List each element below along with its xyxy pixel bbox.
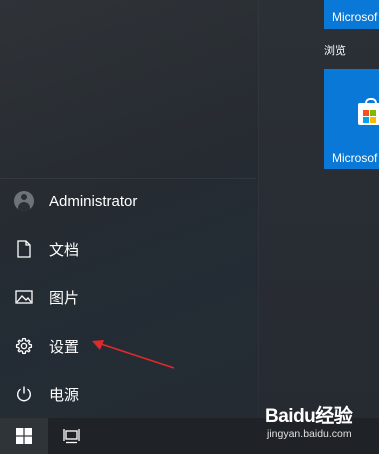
windows-logo-icon — [16, 428, 32, 444]
watermark-logo: Baidu经验 — [265, 406, 353, 427]
annotation-arrow — [92, 340, 175, 369]
task-view-icon — [63, 429, 80, 444]
baidu-jingyan-watermark: Baidu经验 jingyan.baidu.com — [255, 398, 379, 444]
start-button[interactable] — [0, 418, 48, 454]
watermark-url: jingyan.baidu.com — [267, 428, 352, 440]
task-view-button[interactable] — [48, 418, 96, 454]
